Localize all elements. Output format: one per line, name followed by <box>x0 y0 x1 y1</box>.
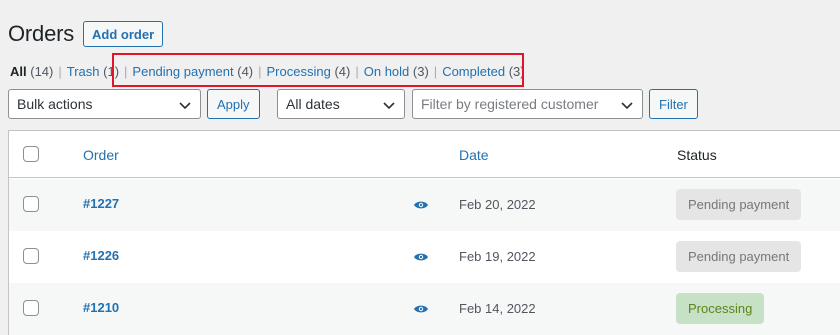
sort-date-link[interactable]: Date <box>459 147 489 163</box>
date-cell: Feb 19, 2022 <box>459 249 536 264</box>
chevron-down-icon <box>383 102 395 110</box>
view-on-hold[interactable]: On hold (3) <box>364 64 429 79</box>
select-all-checkbox[interactable] <box>23 146 39 162</box>
view-completed-label: Completed <box>442 64 506 79</box>
view-trash[interactable]: Trash (1) <box>67 64 119 79</box>
preview-eye-icon[interactable] <box>413 199 429 211</box>
date-cell: Feb 20, 2022 <box>459 197 536 212</box>
order-cell: #1210 <box>83 300 119 315</box>
bulk-actions-select[interactable]: Bulk actions <box>8 89 201 119</box>
sort-order-link[interactable]: Order <box>83 147 119 163</box>
view-separator: | <box>124 64 128 79</box>
view-on-hold-count: (3) <box>412 64 429 79</box>
preview-eye-icon[interactable] <box>413 303 429 315</box>
view-processing-label: Processing <box>266 64 331 79</box>
status-badge: Pending payment <box>676 189 802 220</box>
view-processing-count: (4) <box>334 64 351 79</box>
view-all-label: All <box>10 64 27 79</box>
row-checkbox[interactable] <box>23 300 39 316</box>
orders-table: Order Date Status #1227 Feb 20, 2022 Pen… <box>8 130 840 335</box>
customer-filter-select[interactable]: Filter by registered customer <box>412 89 643 119</box>
add-order-button[interactable]: Add order <box>83 21 164 47</box>
dates-value: All dates <box>286 96 340 112</box>
order-status-views: All (14) | Trash (1) | Pending payment (4) | P… <box>10 64 525 79</box>
column-status: Status <box>677 147 717 163</box>
bulk-actions-value: Bulk actions <box>17 96 93 112</box>
view-separator: | <box>433 64 438 79</box>
preview-eye-icon[interactable] <box>413 251 429 263</box>
row-checkbox[interactable] <box>23 196 39 212</box>
view-completed-count: (3) <box>508 64 525 79</box>
view-pending-payment[interactable]: Pending payment (4) <box>132 64 253 79</box>
status-badge: Pending payment <box>676 241 802 272</box>
column-date: Date <box>459 147 489 163</box>
chevron-down-icon <box>621 102 633 110</box>
table-row: #1226 Feb 19, 2022 Pending payment <box>9 231 840 283</box>
view-all[interactable]: All (14) <box>10 64 53 79</box>
view-completed[interactable]: Completed (3) <box>442 64 524 79</box>
order-link[interactable]: #1210 <box>83 300 119 315</box>
column-order: Order <box>83 147 119 163</box>
title-row: Orders Add order <box>8 19 164 49</box>
view-trash-count: (1) <box>103 64 120 79</box>
order-cell: #1227 <box>83 196 119 211</box>
view-separator: | <box>58 64 62 79</box>
view-separator: | <box>355 64 359 79</box>
order-cell: #1226 <box>83 248 119 263</box>
view-processing[interactable]: Processing (4) <box>267 64 351 79</box>
view-pending-payment-count: (4) <box>237 64 254 79</box>
order-link[interactable]: #1227 <box>83 196 119 211</box>
dates-select[interactable]: All dates <box>277 89 405 119</box>
status-badge: Processing <box>676 293 765 324</box>
table-row: #1210 Feb 14, 2022 Processing <box>9 283 840 335</box>
apply-button[interactable]: Apply <box>207 89 260 119</box>
view-trash-label: Trash <box>66 64 100 79</box>
order-link[interactable]: #1226 <box>83 248 119 263</box>
chevron-down-icon <box>179 102 191 110</box>
view-pending-payment-label: Pending payment <box>132 64 234 79</box>
view-all-count: (14) <box>30 64 54 79</box>
table-row: #1227 Feb 20, 2022 Pending payment <box>9 179 840 231</box>
view-separator: | <box>258 64 262 79</box>
customer-filter-placeholder: Filter by registered customer <box>421 96 599 112</box>
view-on-hold-label: On hold <box>363 64 410 79</box>
date-cell: Feb 14, 2022 <box>459 301 536 316</box>
page-title: Orders <box>8 21 75 46</box>
row-checkbox[interactable] <box>23 248 39 264</box>
table-header: Order Date Status <box>9 131 840 178</box>
filter-button[interactable]: Filter <box>649 89 698 119</box>
